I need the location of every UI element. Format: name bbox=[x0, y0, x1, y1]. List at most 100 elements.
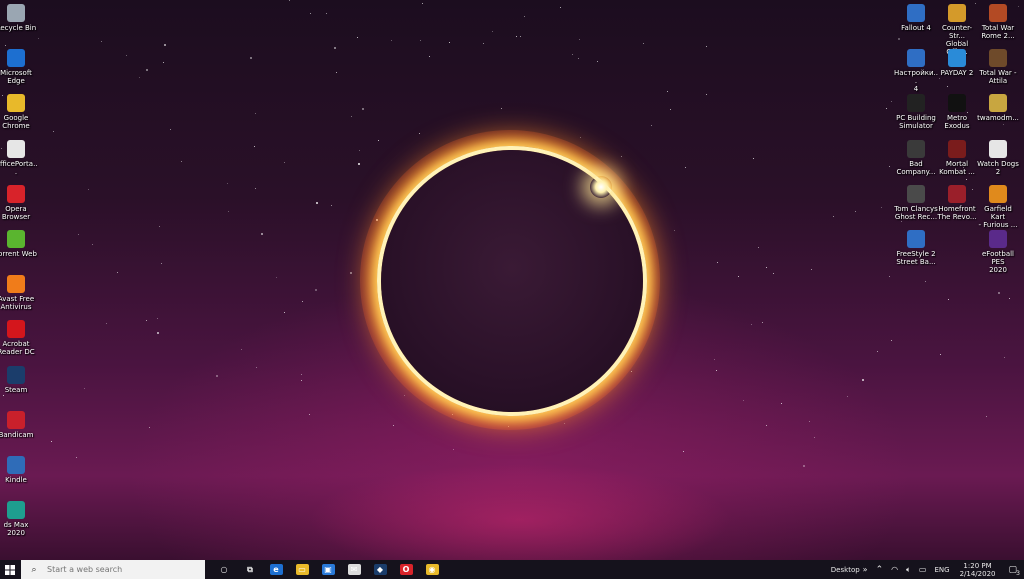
desktop-icon[interactable]: ds Max 2020 bbox=[0, 501, 38, 537]
star bbox=[88, 189, 89, 190]
star bbox=[76, 457, 77, 458]
clock[interactable]: 1:20 PM 2/14/2020 bbox=[954, 560, 1002, 579]
desktop-icon[interactable]: Google Chrome bbox=[0, 94, 38, 130]
action-center-button[interactable]: ▢ 3 bbox=[1001, 560, 1024, 579]
star bbox=[716, 370, 717, 371]
desktop-icon[interactable]: Torrent Web bbox=[0, 230, 38, 258]
star bbox=[986, 416, 987, 417]
desktop-icon[interactable]: twamodm... bbox=[976, 94, 1020, 122]
taskbar-app-button[interactable]: ▭ bbox=[289, 560, 315, 579]
desktop-icon[interactable]: Bad Company... bbox=[894, 139, 938, 176]
desktop-icon[interactable]: Mortal Kombat ... bbox=[935, 139, 979, 176]
desktop-icon[interactable]: Recycle Bin bbox=[0, 4, 38, 32]
star bbox=[161, 263, 162, 264]
desktop-icon-label: Metro Exodus bbox=[944, 114, 970, 131]
star bbox=[966, 179, 967, 180]
battery-button[interactable]: ▭ bbox=[915, 560, 931, 579]
desktop-icon[interactable]: Bandicam bbox=[0, 410, 38, 439]
desktop-icon[interactable]: Watch Dogs 2 bbox=[976, 139, 1020, 176]
kindle-icon bbox=[7, 456, 25, 474]
watch-dogs-icon bbox=[989, 139, 1007, 158]
desktop-icon[interactable]: OfficePorta... bbox=[0, 139, 38, 176]
star bbox=[309, 414, 310, 415]
star bbox=[227, 183, 228, 184]
star bbox=[847, 396, 848, 397]
desktop-icon[interactable]: Avast Free Antivirus bbox=[0, 275, 38, 311]
desktop-icon[interactable]: Counter-Str... Global Offe... bbox=[935, 4, 979, 56]
desktop-icon[interactable]: PAYDAY 2 bbox=[935, 49, 979, 77]
star bbox=[316, 202, 318, 204]
star bbox=[256, 367, 257, 368]
avast-icon bbox=[7, 275, 25, 294]
start-button[interactable] bbox=[0, 560, 19, 579]
taskbar-app-button[interactable]: ▣ bbox=[315, 560, 341, 579]
desktop-icon[interactable]: Microsoft Edge bbox=[0, 49, 38, 85]
show-hidden-icons-button[interactable]: ⌃ bbox=[872, 560, 888, 579]
rome-icon bbox=[989, 4, 1007, 22]
desktop-icon[interactable]: eFootball PES 2020 bbox=[976, 230, 1020, 274]
star bbox=[51, 441, 52, 442]
taskbar-app-button[interactable]: ○ bbox=[211, 560, 237, 579]
fallout-icon bbox=[907, 4, 925, 22]
network-button[interactable]: ◠ bbox=[887, 560, 902, 579]
desktop-icon-label: Microsoft Edge bbox=[0, 69, 32, 86]
star bbox=[261, 233, 263, 235]
desktop-icon[interactable]: Fallout 4 bbox=[894, 4, 938, 32]
star bbox=[326, 13, 327, 14]
star bbox=[359, 150, 360, 151]
desktop-icon[interactable]: PC Building Simulator bbox=[894, 94, 938, 130]
desktop-toolbar[interactable]: Desktop » bbox=[827, 560, 872, 579]
star bbox=[811, 269, 812, 270]
desktop-icon[interactable]: Total War - Attila bbox=[976, 49, 1020, 85]
search-input[interactable] bbox=[45, 564, 199, 575]
desktop-icon[interactable]: Opera Browser bbox=[0, 184, 38, 221]
volume-button[interactable]: 🔈︎ bbox=[902, 560, 915, 579]
desktop-icon-label: Total War - Attila bbox=[979, 69, 1017, 86]
star bbox=[803, 465, 805, 467]
desktop-icon[interactable]: Kindle bbox=[0, 456, 38, 484]
desktop-icon[interactable]: Homefront The Revo... bbox=[935, 184, 979, 221]
taskbar-app-button[interactable]: ◉ bbox=[419, 560, 445, 579]
desktop-icon-label: Recycle Bin bbox=[0, 24, 37, 32]
steam-icon: ◆ bbox=[373, 564, 387, 575]
star bbox=[419, 133, 420, 134]
star bbox=[250, 57, 252, 59]
torrent-icon bbox=[7, 230, 25, 248]
language-label: ENG bbox=[934, 565, 950, 574]
store-icon: ▣ bbox=[321, 564, 335, 575]
star bbox=[516, 36, 517, 37]
desktop-icon-label: Steam bbox=[4, 385, 28, 394]
desktop-icon[interactable]: Metro Exodus bbox=[935, 94, 979, 130]
language-button[interactable]: ENG bbox=[930, 560, 953, 579]
search-box[interactable]: ⌕ bbox=[21, 560, 205, 579]
star bbox=[762, 322, 763, 323]
star bbox=[404, 395, 405, 396]
desktop-icon[interactable]: FreeStyle 2 Street Ba... bbox=[894, 230, 938, 266]
desktop-icon[interactable]: Garfield Kart - Furious ... bbox=[976, 184, 1020, 229]
opera-icon bbox=[7, 184, 25, 203]
desktop-icon[interactable]: Total War Rome 2... bbox=[976, 4, 1020, 40]
clock-time: 1:20 PM bbox=[963, 561, 992, 570]
desktop-icon[interactable]: Настройки... 4 bbox=[894, 49, 938, 93]
taskbar-app-button[interactable]: ◆ bbox=[367, 560, 393, 579]
taskbar-app-button[interactable]: ⧉ bbox=[237, 560, 263, 579]
desktop-icon-label: Google Chrome bbox=[2, 114, 30, 131]
star bbox=[597, 61, 598, 62]
desktop-icon[interactable]: Acrobat Reader DC bbox=[0, 320, 38, 356]
star bbox=[889, 166, 890, 167]
taskbar-app-button[interactable]: ✉ bbox=[341, 560, 367, 579]
star bbox=[126, 55, 127, 56]
star bbox=[106, 323, 107, 324]
taskbar-app-button[interactable]: O bbox=[393, 560, 419, 579]
settings-icon bbox=[907, 49, 925, 68]
star bbox=[289, 0, 290, 1]
star bbox=[310, 13, 311, 14]
desktop-icon[interactable]: Steam bbox=[0, 365, 38, 394]
cortana-icon: ○ bbox=[220, 565, 228, 574]
star bbox=[255, 188, 256, 189]
desktop-icon[interactable]: Tom Clancys Ghost Rec... bbox=[894, 184, 938, 221]
star bbox=[925, 281, 926, 282]
taskbar-app-button[interactable]: e bbox=[263, 560, 289, 579]
star bbox=[157, 332, 159, 334]
star bbox=[420, 40, 421, 41]
